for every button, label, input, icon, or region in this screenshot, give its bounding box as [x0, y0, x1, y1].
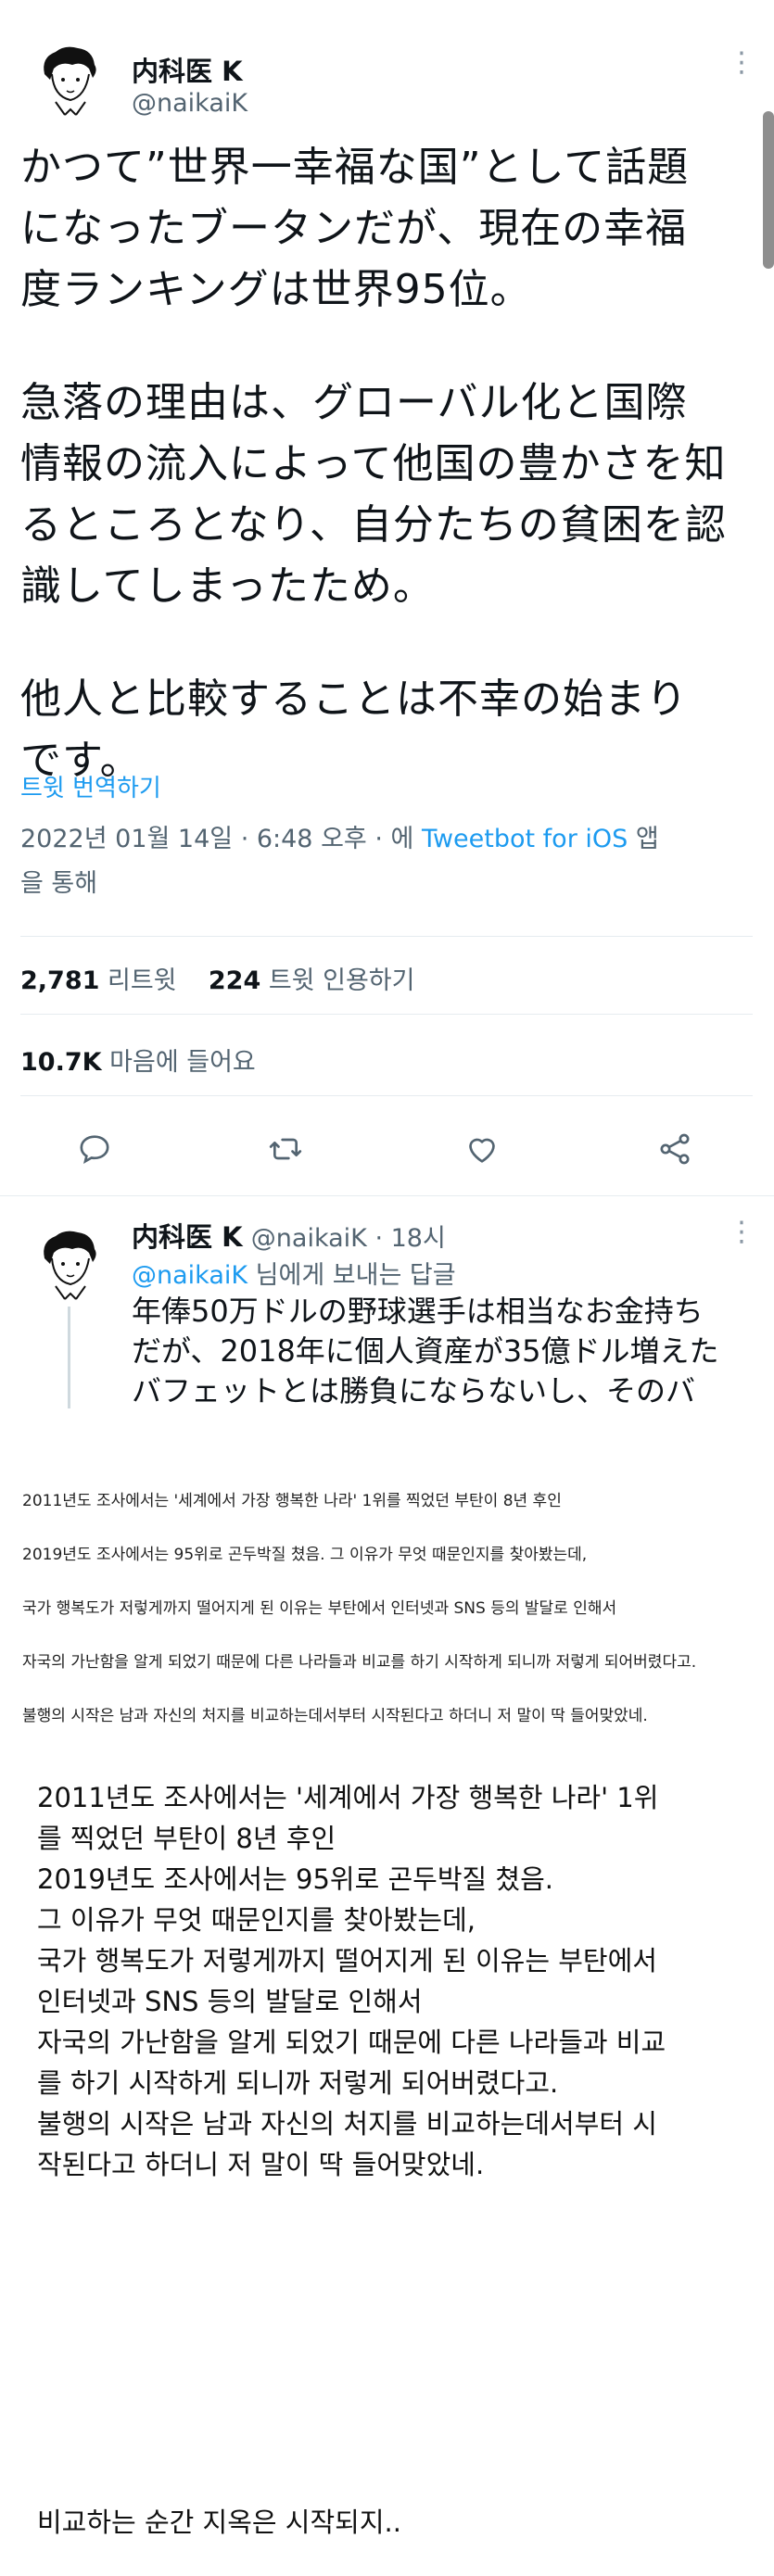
small-caption-line: 자국의 가난함을 알게 되었기 때문에 다른 나라들과 비교를 하기 시작하게 … — [22, 1653, 697, 1672]
reply-header: 内科医 K @naikaiK · 18시 — [132, 1216, 446, 1255]
big-caption-line: 불행의 시작은 남과 자신의 처지를 비교하는데서부터 시 — [37, 2108, 657, 2140]
share-icon[interactable] — [656, 1130, 693, 1168]
tweet-meta: 2022년 01월 14일 · 6:48 오후 · 에 Tweetbot for… — [20, 817, 753, 906]
reply-avatar[interactable] — [28, 1221, 109, 1303]
reply-icon[interactable] — [76, 1130, 113, 1168]
tweet-line: 急落の理由は、グローバル化と国際 — [20, 379, 688, 426]
big-caption: 2011년도 조사에서는 '세계에서 가장 행복한 나라' 1위 를 찍었던 부… — [37, 1777, 760, 2185]
quotes-count: 224 — [208, 966, 261, 995]
big-caption-line: 를 하기 시작하게 되니까 저렇게 되어버렸다고. — [37, 2067, 559, 2099]
avatar-illustration — [28, 37, 109, 119]
translate-tweet-link[interactable]: 트윗 번역하기 — [20, 769, 161, 803]
tweet-line: かつて”世界一幸福な国”として話題 — [20, 144, 690, 191]
reply-to-label: 님에게 보내는 답글 — [255, 1261, 456, 1290]
divider — [0, 1195, 774, 1196]
tweet-more-icon[interactable]: ⋮ — [728, 46, 755, 79]
tweet-body: かつて”世界一幸福な国”として話題 になったブータンだが、現在の幸福 度ランキン… — [20, 137, 753, 791]
tweet-client-suffix: 앱 — [635, 825, 659, 853]
tweet-avatar[interactable] — [28, 37, 109, 119]
tweet-line: 他人と比較することは不幸の始まり — [20, 676, 688, 723]
reply-body: 年俸50万ドルの野球選手は相当なお金持ち だが、2018年に個人資産が35億ドル… — [132, 1292, 762, 1411]
divider — [20, 1014, 753, 1015]
big-caption-line: 2019년도 조사에서는 95위로 곤두박질 쳤음. — [37, 1863, 553, 1895]
retweet-icon[interactable] — [267, 1130, 304, 1168]
tweet-line: 情報の流入によって他国の豊かさを知 — [20, 440, 727, 487]
tweet-display-name[interactable]: 内科医 K — [132, 50, 243, 89]
divider — [20, 936, 753, 937]
divider — [20, 1095, 753, 1096]
retweets-count: 2,781 — [20, 966, 100, 995]
reply-mention-link[interactable]: @naikaiK — [132, 1261, 247, 1290]
tweet-handle[interactable]: @naikaiK — [132, 89, 247, 118]
reply-display-name[interactable]: 内科医 K — [132, 1221, 243, 1253]
tweet-line: 度ランキングは世界95位。 — [20, 266, 532, 313]
tweet-line: 識してしまったため。 — [20, 562, 435, 610]
reply-line: バフェットとは勝負にならないし、そのバ — [132, 1373, 696, 1408]
reply-more-icon[interactable]: ⋮ — [728, 1216, 755, 1248]
quotes-label: 트윗 인용하기 — [268, 966, 415, 995]
small-caption-line: 2019년도 조사에서는 95위로 곤두박질 쳤음. 그 이유가 무엇 때문인지… — [22, 1546, 588, 1564]
small-caption-line: 2011년도 조사에서는 '세계에서 가장 행복한 나라' 1위를 찍었던 부탄… — [22, 1492, 562, 1510]
tweet-via: 을 통해 — [20, 869, 98, 898]
big-caption-line: 를 찍었던 부탄이 8년 후인 — [37, 1823, 336, 1854]
big-caption-line: 2011년도 조사에서는 '세계에서 가장 행복한 나라' 1위 — [37, 1782, 659, 1813]
small-caption-line: 불행의 시작은 남과 자신의 처지를 비교하는데서부터 시작된다고 하더니 저 … — [22, 1707, 648, 1725]
big-caption-line: 인터넷과 SNS 등의 발달로 인해서 — [37, 1986, 423, 2017]
quote-stat[interactable]: 224 트윗 인용하기 — [209, 966, 415, 995]
retweets-label: 리트윗 — [108, 966, 177, 995]
tweet-line: るところとなり、自分たちの貧困を認 — [20, 501, 727, 549]
big-caption-line: 작된다고 하더니 저 말이 딱 들어맞았네. — [37, 2149, 485, 2180]
closing-line: 비교하는 순간 지옥은 시작되지.. — [37, 2507, 401, 2538]
scrollbar[interactable] — [763, 111, 774, 269]
thread-line — [68, 1307, 70, 1408]
big-caption-line: 자국의 가난함을 알게 되었기 때문에 다른 나라들과 비교 — [37, 2027, 666, 2058]
reply-line: だが、2018年に個人資産が35億ドル増えた — [132, 1333, 719, 1369]
likes-label: 마음에 들어요 — [109, 1048, 256, 1077]
big-caption-line: 그 이유가 무엇 때문인지를 찾아봤는데, — [37, 1904, 476, 1936]
tweet-stats-row: 2,781 리트윗 224 트윗 인용하기 — [20, 960, 414, 996]
tweet-line: になったブータンだが、現在の幸福 — [20, 205, 688, 252]
tweet-timestamp[interactable]: 2022년 01월 14일 · 6:48 오후 · 에 — [20, 825, 413, 853]
avatar-illustration — [28, 1221, 109, 1303]
big-caption-line: 국가 행복도가 저렇게까지 떨어지게 된 이유는 부탄에서 — [37, 1945, 657, 1976]
likes-stat[interactable]: 10.7K 마음에 들어요 — [20, 1042, 256, 1078]
reply-to-line: @naikaiK 님에게 보내는 답글 — [132, 1255, 456, 1291]
heart-icon[interactable] — [463, 1130, 501, 1168]
reply-line: 年俸50万ドルの野球選手は相当なお金持ち — [132, 1294, 704, 1329]
small-caption-line: 국가 행복도가 저렇게까지 떨어지게 된 이유는 부탄에서 인터넷과 SNS 등… — [22, 1599, 617, 1618]
retweet-stat[interactable]: 2,781 리트윗 — [20, 966, 177, 995]
reply-handle-time[interactable]: @naikaiK · 18시 — [251, 1224, 446, 1253]
likes-count: 10.7K — [20, 1048, 102, 1077]
small-caption: 2011년도 조사에서는 '세계에서 가장 행복한 나라' 1위를 찍었던 부탄… — [22, 1487, 764, 1756]
tweet-client-link[interactable]: Tweetbot for iOS — [422, 825, 628, 853]
